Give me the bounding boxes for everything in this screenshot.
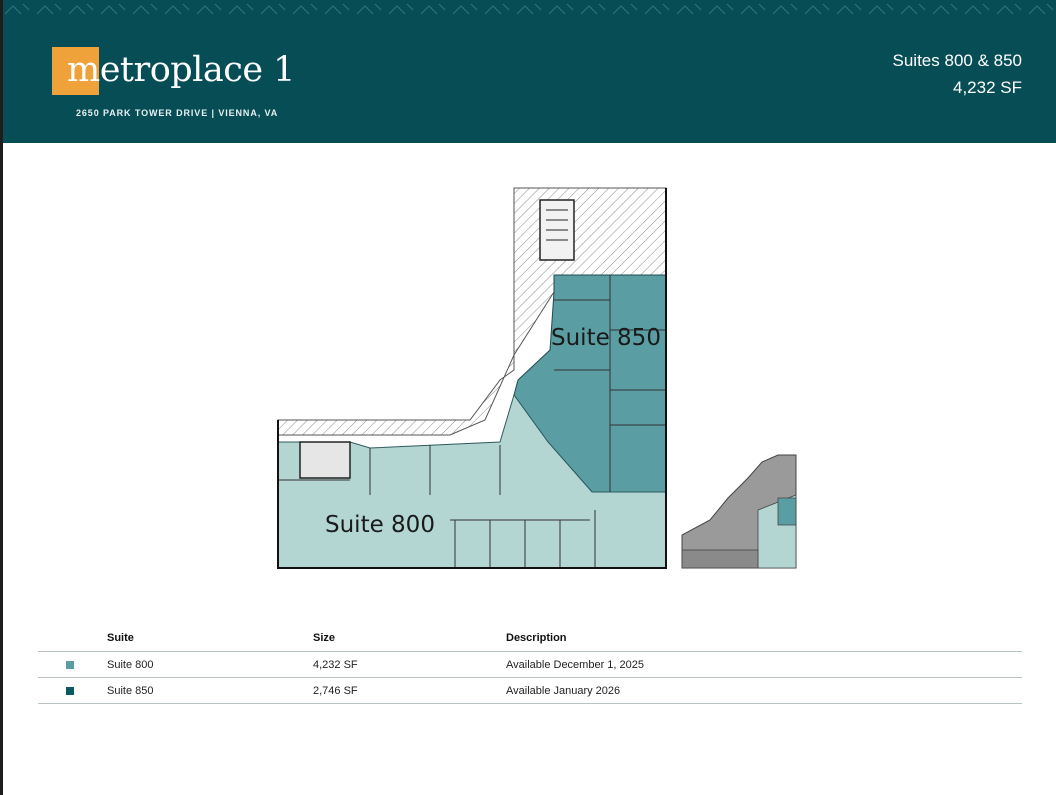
header-chevron-pattern: [3, 0, 1056, 20]
table-row: Suite 800 4,232 SF Available December 1,…: [38, 652, 1022, 678]
row-suite: Suite 800: [107, 659, 154, 671]
row-size: 2,746 SF: [313, 685, 358, 697]
logo-wordmark: metroplace 1: [67, 50, 295, 90]
header-suite: Suite: [107, 632, 134, 644]
row-description: Available December 1, 2025: [506, 659, 644, 671]
suites-title: Suites 800 & 850: [892, 51, 1022, 70]
suite-color-swatch: [66, 661, 74, 669]
key-plan: [681, 454, 797, 569]
header-size: Size: [313, 632, 336, 644]
page-header: metroplace 1 2650 PARK TOWER DRIVE | VIE…: [3, 0, 1056, 143]
total-area: 4,232 SF: [953, 78, 1022, 97]
availability-table: Suite Size Description Suite 800 4,232 S…: [38, 625, 1022, 704]
row-description: Available January 2026: [506, 685, 621, 697]
property-address: 2650 PARK TOWER DRIVE | VIENNA, VA: [76, 108, 279, 118]
suite-color-swatch: [66, 687, 74, 695]
stair-core-2: [299, 441, 351, 479]
table-row: Suite 850 2,746 SF Available January 202…: [38, 678, 1022, 704]
row-suite: Suite 850: [107, 685, 154, 697]
suite-850-label: Suite 850: [551, 325, 661, 351]
suite-800-label: Suite 800: [325, 512, 435, 538]
header-description: Description: [506, 632, 567, 644]
table-header: Suite Size Description: [38, 625, 1022, 652]
row-size: 4,232 SF: [313, 659, 358, 671]
floor-plan: Suite 850 Suite 800: [277, 187, 797, 569]
